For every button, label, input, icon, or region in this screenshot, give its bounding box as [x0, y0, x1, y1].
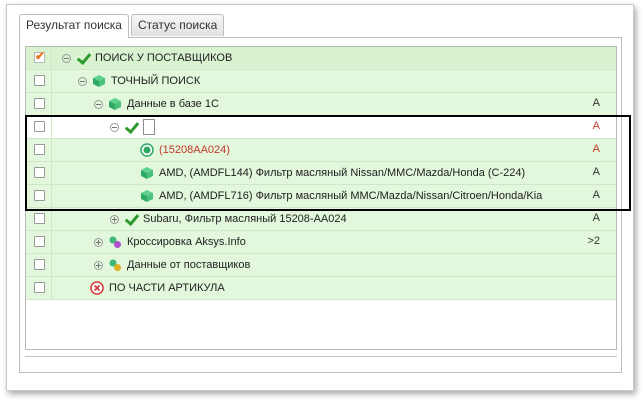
tree-node-label: (15208AA024) [159, 144, 230, 156]
row-checkbox[interactable] [34, 167, 45, 178]
cube-icon [92, 74, 106, 88]
row-flag: A [592, 212, 600, 224]
check-icon [124, 120, 138, 134]
row-flag: A [592, 97, 600, 109]
row-checkbox[interactable] [34, 98, 45, 109]
cube-icon [140, 189, 154, 203]
row-checkbox[interactable] [34, 190, 45, 201]
tab-search-status[interactable]: Статус поиска [130, 14, 225, 36]
collapse-toggle-icon[interactable] [110, 122, 119, 132]
tree-row-article-number[interactable]: (15208AA024) A [26, 139, 616, 162]
row-checkbox[interactable] [34, 236, 45, 247]
tree-node-label: ПОИСК У ПОСТАВЩИКОВ [95, 52, 233, 64]
tree-row-database-1c[interactable]: Данные в базе 1С A [26, 93, 616, 116]
row-flag: A [592, 143, 600, 155]
tree-row-amd-fl144[interactable]: AMD, (AMDFL144) Фильтр масляный Nissan/M… [26, 162, 616, 185]
row-flag: >2 [587, 235, 600, 247]
tree-row-aksys-crossref[interactable]: Кроссировка Aksys.Info >2 [26, 231, 616, 254]
row-checkbox[interactable] [34, 213, 45, 224]
pair-icon [108, 258, 122, 272]
row-checkbox[interactable] [34, 282, 45, 293]
tab-search-results[interactable]: Результат поиска [19, 14, 129, 38]
tree-node-label: Кроссировка Aksys.Info [127, 236, 246, 248]
row-flag: A [592, 189, 600, 201]
check-icon [124, 212, 138, 226]
tree-row-supplier-data[interactable]: Данные от поставщиков [26, 254, 616, 277]
tree-node-label: ТОЧНЫЙ ПОИСК [111, 75, 201, 87]
row-flag: A [592, 166, 600, 178]
tree-row-empty-node[interactable]: A [26, 116, 616, 139]
empty-label-box [143, 119, 155, 135]
row-flag: A [592, 120, 600, 132]
collapse-toggle-icon[interactable] [78, 76, 87, 86]
results-tree-grid: ПОИСК У ПОСТАВЩИКОВ ТОЧНЫЙ ПОИСК [25, 46, 617, 350]
tree-node-label: Subaru, Фильтр масляный 15208-AA024 [143, 213, 347, 225]
cube-icon [108, 97, 122, 111]
tree-row-supplier-search[interactable]: ПОИСК У ПОСТАВЩИКОВ [26, 47, 616, 70]
row-checkbox[interactable] [34, 121, 45, 132]
expand-toggle-icon[interactable] [110, 214, 119, 224]
pair-icon [108, 235, 122, 249]
tree-node-label: Данные в базе 1С [127, 98, 219, 110]
tree-node-label: AMD, (AMDFL144) Фильтр масляный Nissan/M… [159, 167, 526, 179]
x-circle-icon [90, 281, 104, 295]
expand-toggle-icon[interactable] [94, 237, 103, 247]
expand-toggle-icon[interactable] [94, 260, 103, 270]
tree-node-label: AMD, (AMDFL716) Фильтр масляный MMC/Mazd… [159, 190, 543, 202]
results-panel: ПОИСК У ПОСТАВЩИКОВ ТОЧНЫЙ ПОИСК [19, 37, 622, 373]
collapse-toggle-icon[interactable] [62, 53, 71, 63]
row-checkbox[interactable] [34, 259, 45, 270]
dot-icon [140, 143, 154, 157]
tree-node-label: ПО ЧАСТИ АРТИКУЛА [109, 282, 225, 294]
tree-row-exact-search[interactable]: ТОЧНЫЙ ПОИСК [26, 70, 616, 93]
tree-row-subaru[interactable]: Subaru, Фильтр масляный 15208-AA024 A [26, 208, 616, 231]
check-icon [76, 51, 90, 65]
row-checkbox[interactable] [34, 49, 45, 63]
search-window: Результат поиска Статус поиска ПОИСК У П… [6, 4, 634, 391]
row-checkbox[interactable] [34, 75, 45, 86]
tree-row-partial-article[interactable]: ПО ЧАСТИ АРТИКУЛА [26, 277, 616, 300]
cube-icon [140, 166, 154, 180]
tree-node-label: Данные от поставщиков [127, 259, 251, 271]
row-checkbox[interactable] [34, 144, 45, 155]
tab-bar: Результат поиска Статус поиска [19, 14, 226, 38]
panel-footer-divider [25, 356, 617, 357]
tree-row-amd-fl716[interactable]: AMD, (AMDFL716) Фильтр масляный MMC/Mazd… [26, 185, 616, 208]
collapse-toggle-icon[interactable] [94, 99, 103, 109]
